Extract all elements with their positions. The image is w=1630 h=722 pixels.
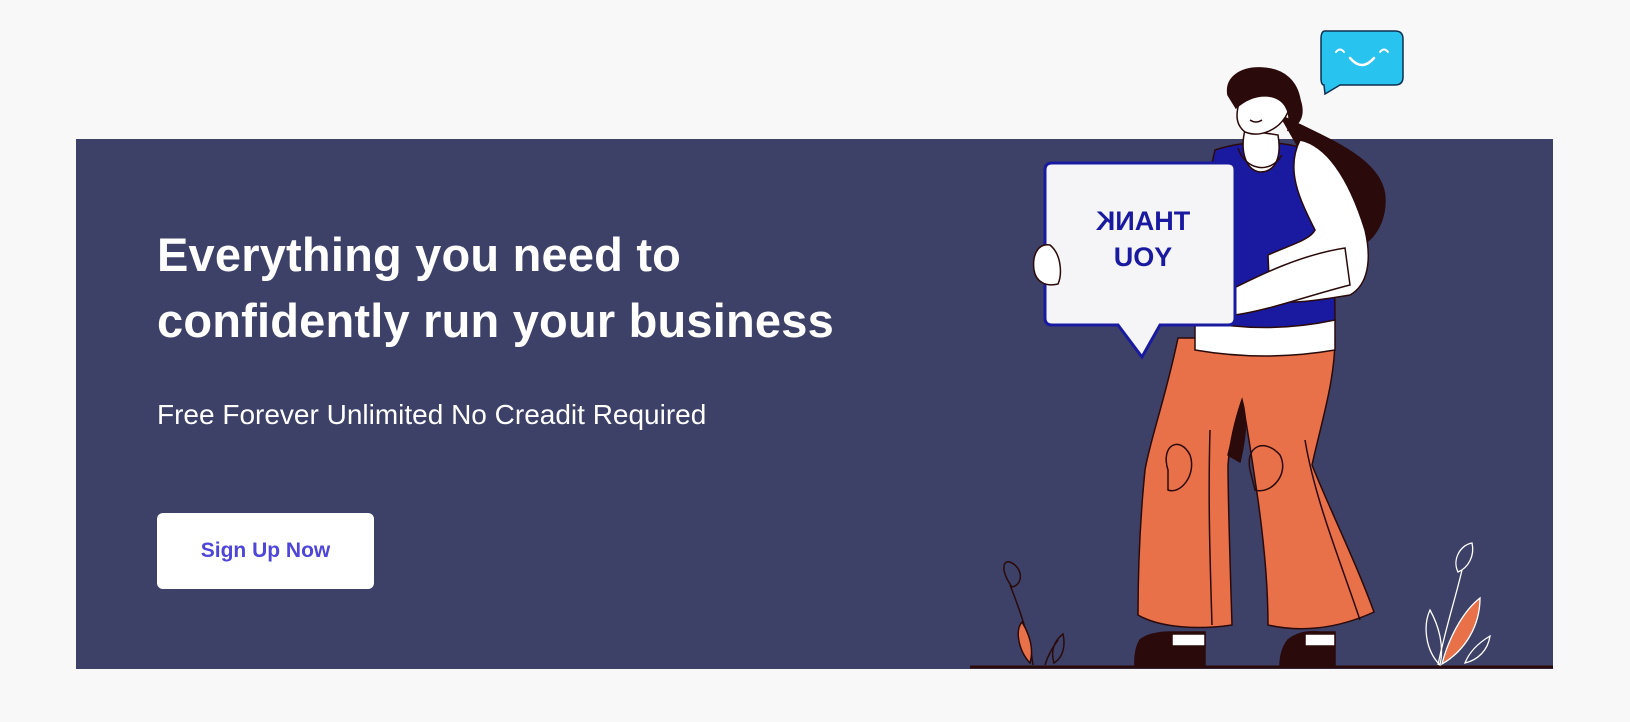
hero-headline-line-1: Everything you need to	[157, 228, 682, 281]
hero-headline: Everything you need to confidently run y…	[157, 222, 917, 354]
sign-up-button[interactable]: Sign Up Now	[157, 513, 374, 589]
hero-subheadline: Free Forever Unlimited No Creadit Requir…	[157, 399, 707, 430]
page: Everything you need to confidently run y…	[0, 0, 1630, 722]
hero-headline-line-2: confidently run your business	[157, 294, 834, 347]
hero-content: Everything you need to confidently run y…	[157, 222, 917, 432]
smiley-speech-bubble-icon	[1320, 30, 1404, 96]
